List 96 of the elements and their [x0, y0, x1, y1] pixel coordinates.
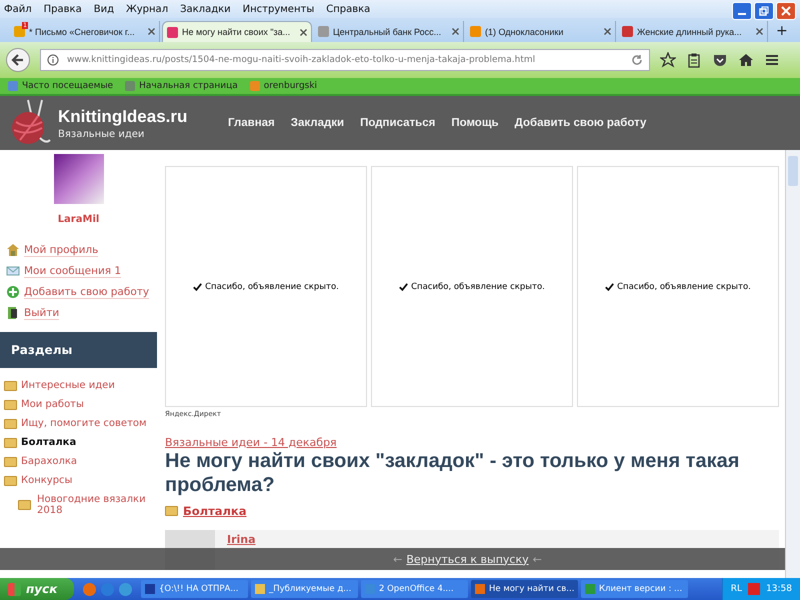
check-icon: [605, 282, 614, 290]
category-date-link[interactable]: Вязальные идеи - 14 декабря: [165, 436, 787, 449]
minimize-icon: [738, 13, 746, 15]
back-button[interactable]: [6, 48, 30, 72]
address-field[interactable]: www.knittingideas.ru/posts/1504-ne-mogu-naiti-svoih-zakladok-eto-tolko-u-menja-takaja-problema.html: [40, 49, 650, 71]
nav-link[interactable]: Главная: [228, 117, 275, 129]
ad-hidden-message: Спасибо, объявление скрыто.: [411, 282, 545, 292]
taskbar-button[interactable]: Клиент версии : ...: [581, 580, 688, 598]
info-icon: [47, 54, 59, 66]
plus-circle-icon: [6, 285, 20, 299]
close-button[interactable]: [776, 2, 796, 20]
scrollbar[interactable]: [785, 150, 800, 578]
section-link[interactable]: Ищу, помогите советом: [21, 418, 147, 429]
close-tab-icon[interactable]: [148, 28, 155, 35]
ad-hidden-message: Спасибо, объявление скрыто.: [617, 282, 751, 292]
sections-header: Разделы: [0, 332, 157, 368]
post-title: Не могу найти своих "закладок" - это только у меня такая проблема?: [165, 449, 740, 497]
favicon-icon: [167, 26, 178, 38]
menu-item[interactable]: Инструменты: [242, 4, 314, 14]
restore-button[interactable]: [754, 2, 774, 20]
folder-icon: [4, 438, 17, 448]
folder-icon: [4, 418, 17, 428]
taskbar-button[interactable]: 2 OpenOffice 4....: [361, 580, 468, 598]
envelope-icon: [6, 264, 20, 278]
arrow-glyph: ←: [393, 552, 402, 566]
menu-item[interactable]: Файл: [4, 4, 32, 14]
menu-item[interactable]: Журнал: [126, 4, 168, 14]
arrow-glyph: ←: [532, 552, 542, 566]
browser-tab[interactable]: Не могу найти своих "за...: [162, 21, 312, 42]
photo-placeholder[interactable]: [54, 154, 104, 204]
bookmark-item[interactable]: Часто посещаемые: [22, 81, 114, 91]
close-tab-icon[interactable]: [756, 28, 763, 35]
restore-icon: [759, 6, 769, 16]
folder-icon: [4, 456, 17, 466]
comment-author-link[interactable]: Irina: [227, 533, 256, 546]
pocket-icon[interactable]: [712, 52, 728, 68]
section-link[interactable]: Болталка: [21, 437, 76, 448]
nav-link[interactable]: Подписаться: [360, 117, 436, 129]
windows-flag-icon: [8, 582, 21, 596]
taskbar-button[interactable]: {O:\!! НА ОТПРА...: [141, 580, 248, 598]
nav-link[interactable]: Закладки: [290, 117, 344, 129]
section-link[interactable]: Интересные идеи: [21, 380, 115, 391]
sidebar-link[interactable]: Мой профиль: [24, 244, 98, 256]
nav-link[interactable]: Добавить свою работу: [514, 117, 646, 129]
section-link[interactable]: Новогодние вязалки 2018: [37, 494, 147, 516]
close-icon: [781, 6, 791, 16]
check-icon: [399, 282, 408, 290]
sidebar-link[interactable]: Выйти: [24, 306, 60, 320]
username-link[interactable]: LaraMil: [58, 214, 100, 225]
language-indicator[interactable]: RL: [730, 584, 742, 594]
menu-item[interactable]: Справка: [326, 4, 370, 14]
menu-icon[interactable]: [764, 52, 780, 68]
favicon-icon: [622, 26, 633, 37]
sidebar-link[interactable]: Мои сообщения 1: [24, 264, 122, 278]
category-link[interactable]: Болталка: [183, 504, 247, 518]
bookmark-icon: [8, 81, 18, 91]
site-subtitle: Вязальные идеи: [58, 128, 146, 140]
clipboard-icon[interactable]: [686, 52, 702, 68]
taskbar-button[interactable]: Не могу найти св...: [471, 580, 578, 598]
favicon-icon: [318, 26, 329, 37]
bookmark-icon: [250, 81, 260, 91]
bookmark-item[interactable]: orenburgski: [264, 81, 318, 91]
clock: 13:58: [766, 584, 792, 594]
close-tab-icon[interactable]: [300, 28, 307, 36]
menu-item[interactable]: Закладки: [180, 4, 231, 14]
folder-icon: [18, 500, 31, 510]
menu-item[interactable]: Правка: [44, 4, 82, 14]
back-link[interactable]: Вернуться к выпуску: [406, 552, 529, 566]
minimize-button[interactable]: [732, 2, 752, 20]
folder-icon: [165, 506, 178, 516]
folder-icon: [4, 400, 17, 410]
reload-icon[interactable]: [631, 54, 643, 66]
back-arrow-icon: [11, 53, 25, 67]
new-tab-button[interactable]: +: [776, 23, 788, 42]
star-icon[interactable]: [660, 52, 676, 68]
home-icon[interactable]: [738, 52, 754, 68]
sidebar-link[interactable]: Добавить свою работу: [24, 286, 150, 298]
site-title[interactable]: KnittingIdeas.ru: [58, 106, 218, 126]
folder-icon: [4, 380, 17, 390]
menu-item[interactable]: Вид: [94, 4, 114, 14]
section-link[interactable]: Конкурсы: [21, 475, 72, 486]
start-button[interactable]: пуск: [0, 578, 74, 600]
favicon-icon: [470, 26, 481, 37]
close-tab-icon[interactable]: [452, 28, 459, 35]
check-icon: [193, 282, 202, 290]
bookmark-icon: [125, 81, 136, 91]
section-link[interactable]: Мои работы: [21, 399, 84, 410]
door-icon: [6, 306, 20, 320]
bookmark-item[interactable]: Начальная страница: [139, 81, 238, 91]
taskbar-button[interactable]: _Публикуемые д...: [251, 580, 358, 598]
ad-hidden-message: Спасибо, объявление скрыто.: [205, 282, 339, 292]
home-icon: [6, 243, 20, 257]
close-tab-icon[interactable]: [604, 28, 611, 35]
nav-link[interactable]: Помощь: [451, 117, 499, 129]
folder-icon: [4, 476, 17, 486]
section-link[interactable]: Барахолка: [21, 456, 78, 467]
